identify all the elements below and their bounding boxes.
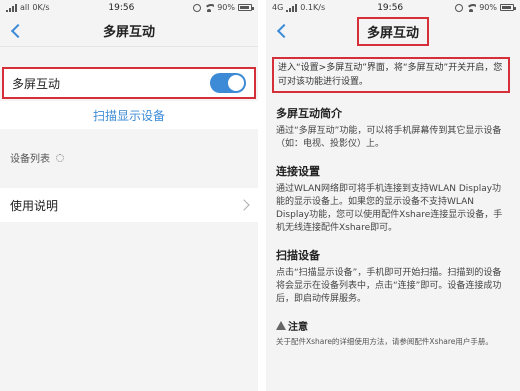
nav-bar: 多屏互动: [266, 15, 520, 47]
help-screen: 4G 0.1K/s 19:56 90% 多屏互动 进入“设置>多屏互动”界面，将…: [266, 0, 520, 391]
section-body: 点击“扫描显示设备”，手机即可开始扫描。扫描到的设备将会显示在设备列表中，点击“…: [276, 268, 502, 304]
warning-icon: [276, 321, 286, 330]
loading-spinner-icon: [56, 153, 64, 162]
status-bar: all 0K/s 19:56 90%: [0, 0, 258, 15]
signal-text: all: [20, 3, 30, 12]
device-list-header: 设备列表: [10, 150, 64, 165]
section-heading: 多屏互动简介: [276, 107, 342, 120]
chevron-right-icon: [238, 199, 250, 211]
section-body: 通过“多屏互动”功能，可以将手机屏幕传到其它显示设备（如：电视、投影仪）上。: [276, 126, 502, 149]
section-body: 通过WLAN网络即可将手机连接到支持WLAN Display功能的显示设备上。如…: [276, 184, 503, 233]
nav-bar: 多屏互动: [0, 15, 258, 47]
clock: 19:56: [108, 2, 135, 13]
instructions-label: 使用说明: [10, 198, 59, 213]
page-title: 多屏互动: [356, 16, 429, 46]
section-heading: 连接设置: [276, 165, 320, 178]
note-body: 关于配件Xshare的详细使用方法，请参阅配件Xshare用户手册。: [276, 337, 493, 346]
page-title: 多屏互动: [102, 25, 155, 40]
network-speed: 0.1K/s: [300, 3, 326, 12]
wifi-icon: [204, 3, 215, 12]
signal-icon: [6, 3, 17, 12]
intro-text: 进入“设置>多屏互动”界面，将“多屏互动”开关开启，您可对该功能进行设置。: [272, 57, 510, 93]
note-header: 注意: [276, 318, 510, 333]
alarm-icon: [193, 3, 202, 12]
back-arrow-icon[interactable]: [274, 23, 290, 39]
signal-icon: [286, 3, 298, 12]
battery-percent: 90%: [479, 3, 497, 12]
panel-divider: [258, 0, 266, 391]
multiscreen-switch[interactable]: [210, 73, 246, 93]
battery-icon: [499, 4, 516, 11]
wifi-icon: [466, 3, 477, 12]
network-type: 4G: [272, 3, 284, 12]
note-heading: 注意: [288, 322, 308, 333]
alarm-icon: [455, 3, 464, 12]
instructions-item[interactable]: 使用说明: [0, 188, 258, 222]
multiscreen-toggle-row[interactable]: 多屏互动: [2, 67, 256, 99]
multiscreen-toggle-label: 多屏互动: [12, 76, 61, 91]
network-speed: 0K/s: [32, 3, 50, 12]
status-bar: 4G 0.1K/s 19:56 90%: [266, 0, 520, 15]
help-document: 进入“设置>多屏互动”界面，将“多屏互动”开关开启，您可对该功能进行设置。 多屏…: [266, 47, 520, 347]
settings-screen: all 0K/s 19:56 90% 多屏互动 多屏互动 扫描显示设备 设备列表…: [0, 0, 258, 391]
clock: 19:56: [377, 2, 404, 13]
battery-icon: [238, 4, 254, 11]
section-heading: 扫描设备: [276, 249, 320, 262]
back-arrow-icon[interactable]: [8, 23, 24, 39]
scan-devices-button[interactable]: 扫描显示设备: [0, 101, 258, 129]
device-list-label: 设备列表: [10, 154, 50, 165]
battery-percent: 90%: [217, 3, 235, 12]
